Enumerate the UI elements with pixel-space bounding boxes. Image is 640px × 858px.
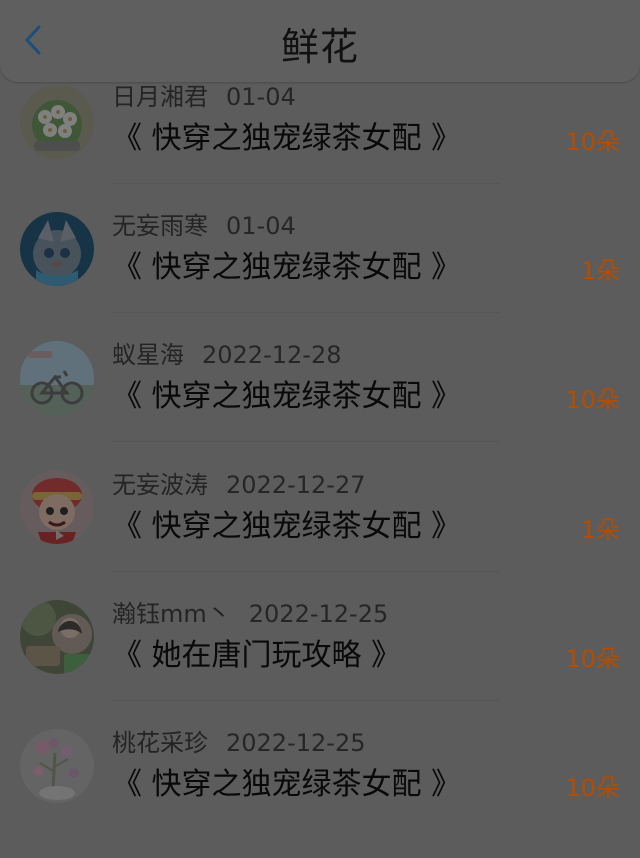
- username[interactable]: 无妄雨寒: [112, 212, 208, 240]
- flower-count: 10朵: [565, 774, 620, 802]
- book-title[interactable]: 《 她在唐门玩攻略 》: [112, 637, 401, 675]
- gift-date: 01-04: [226, 83, 296, 111]
- username[interactable]: 瀚钰mm丶: [112, 600, 231, 628]
- divider: [112, 571, 500, 572]
- flower-gift-list: 日月湘君 01-04 《 快穿之独宠绿茶女配 》 10朵 无妄雨寒 01-04 《 …: [0, 0, 640, 823]
- user-meta: 蚁星海 2022-12-28: [112, 340, 341, 370]
- avatar[interactable]: [20, 600, 94, 674]
- book-title[interactable]: 《 快穿之独宠绿茶女配 》: [112, 508, 461, 546]
- book-title[interactable]: 《 快穿之独宠绿茶女配 》: [112, 766, 461, 804]
- flower-count: 10朵: [565, 386, 620, 414]
- user-meta: 瀚钰mm丶 2022-12-25: [112, 599, 388, 629]
- list-item[interactable]: 日月湘君 01-04 《 快穿之独宠绿茶女配 》 10朵: [0, 82, 640, 212]
- flower-count: 10朵: [565, 645, 620, 673]
- list-item[interactable]: 无妄雨寒 01-04 《 快穿之独宠绿茶女配 》 1朵: [0, 211, 640, 341]
- flower-count: 1朵: [580, 257, 620, 285]
- divider: [112, 183, 500, 184]
- gift-date: 2022-12-28: [202, 341, 342, 369]
- divider: [112, 700, 500, 701]
- page-header: 鲜花: [0, 0, 640, 82]
- gift-date: 2022-12-25: [248, 600, 389, 628]
- user-meta: 桃花采珍 2022-12-25: [112, 728, 365, 758]
- username[interactable]: 蚁星海: [112, 341, 184, 369]
- user-meta: 日月湘君 01-04: [112, 82, 296, 112]
- book-title[interactable]: 《 快穿之独宠绿茶女配 》: [112, 120, 461, 158]
- list-item[interactable]: 瀚钰mm丶 2022-12-25 《 她在唐门玩攻略 》 10朵: [0, 599, 640, 729]
- book-title[interactable]: 《 快穿之独宠绿茶女配 》: [112, 378, 461, 416]
- avatar[interactable]: [20, 341, 94, 415]
- list-item[interactable]: 桃花采珍 2022-12-25 《 快穿之独宠绿茶女配 》 10朵: [0, 728, 640, 858]
- page-title: 鲜花: [280, 25, 359, 69]
- gift-date: 2022-12-27: [226, 471, 366, 499]
- avatar[interactable]: [20, 470, 94, 544]
- gift-date: 2022-12-25: [226, 729, 366, 757]
- user-meta: 无妄波涛 2022-12-27: [112, 470, 365, 500]
- avatar[interactable]: [20, 212, 94, 286]
- avatar[interactable]: [20, 729, 94, 803]
- divider: [112, 441, 500, 442]
- list-item[interactable]: 无妄波涛 2022-12-27 《 快穿之独宠绿茶女配 》 1朵: [0, 470, 640, 600]
- username[interactable]: 日月湘君: [112, 83, 208, 111]
- book-title[interactable]: 《 快穿之独宠绿茶女配 》: [112, 249, 461, 287]
- list-item[interactable]: 蚁星海 2022-12-28 《 快穿之独宠绿茶女配 》 10朵: [0, 340, 640, 470]
- flower-count: 10朵: [565, 128, 620, 156]
- username[interactable]: 桃花采珍: [112, 729, 208, 757]
- user-meta: 无妄雨寒 01-04: [112, 211, 296, 241]
- flower-count: 1朵: [580, 516, 620, 544]
- avatar[interactable]: [20, 85, 94, 159]
- divider: [112, 312, 500, 313]
- username[interactable]: 无妄波涛: [112, 471, 208, 499]
- gift-date: 01-04: [226, 212, 296, 240]
